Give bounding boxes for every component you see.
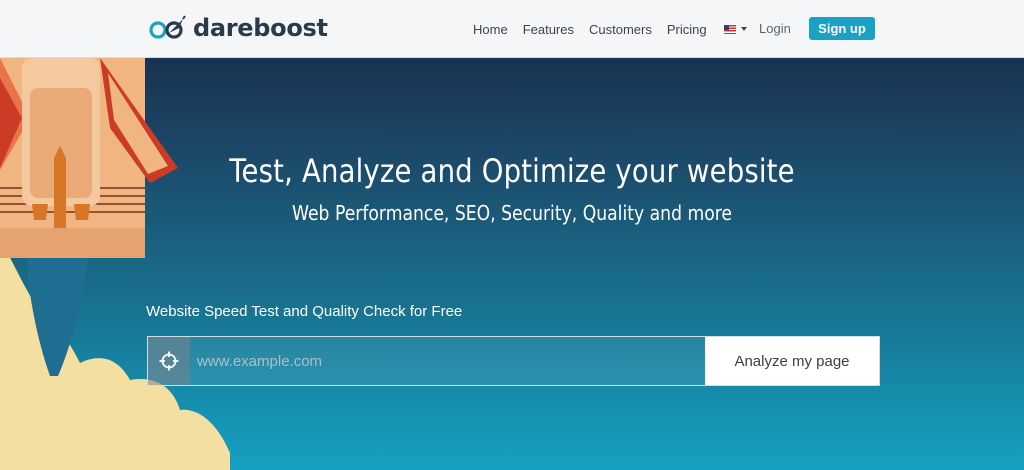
nav-home[interactable]: Home (473, 22, 508, 37)
nav-customers[interactable]: Customers (589, 22, 652, 37)
dareboost-logo[interactable]: dareboost (147, 12, 328, 44)
chevron-down-icon (740, 27, 747, 31)
nav-features[interactable]: Features (523, 22, 574, 37)
logo-text: dareboost (193, 14, 328, 42)
hero-title: Test, Analyze and Optimize your website (229, 152, 795, 190)
signup-button[interactable]: Sign up (809, 17, 875, 40)
nav-pricing[interactable]: Pricing (667, 22, 707, 37)
logo-rocket-icon (149, 15, 186, 39)
crosshair-button[interactable] (148, 337, 190, 385)
analyze-my-page-button[interactable]: Analyze my page (705, 337, 879, 385)
language-selector[interactable] (723, 24, 747, 34)
hero-section: Test, Analyze and Optimize your website … (0, 58, 1024, 470)
speed-test-form: Analyze my page (147, 336, 880, 386)
speed-test-label: Website Speed Test and Quality Check for… (146, 303, 463, 320)
main-navigation: Home Features Customers Pricing (473, 18, 747, 40)
hero-subtitle: Web Performance, SEO, Security, Quality … (291, 201, 733, 225)
crosshair-icon (159, 351, 179, 371)
url-input[interactable] (190, 337, 705, 385)
us-flag-icon (723, 24, 736, 34)
rocket-illustration (0, 58, 230, 470)
top-navbar: dareboost Home Features Customers Pricin… (0, 0, 1024, 58)
login-link[interactable]: Login (759, 21, 791, 36)
